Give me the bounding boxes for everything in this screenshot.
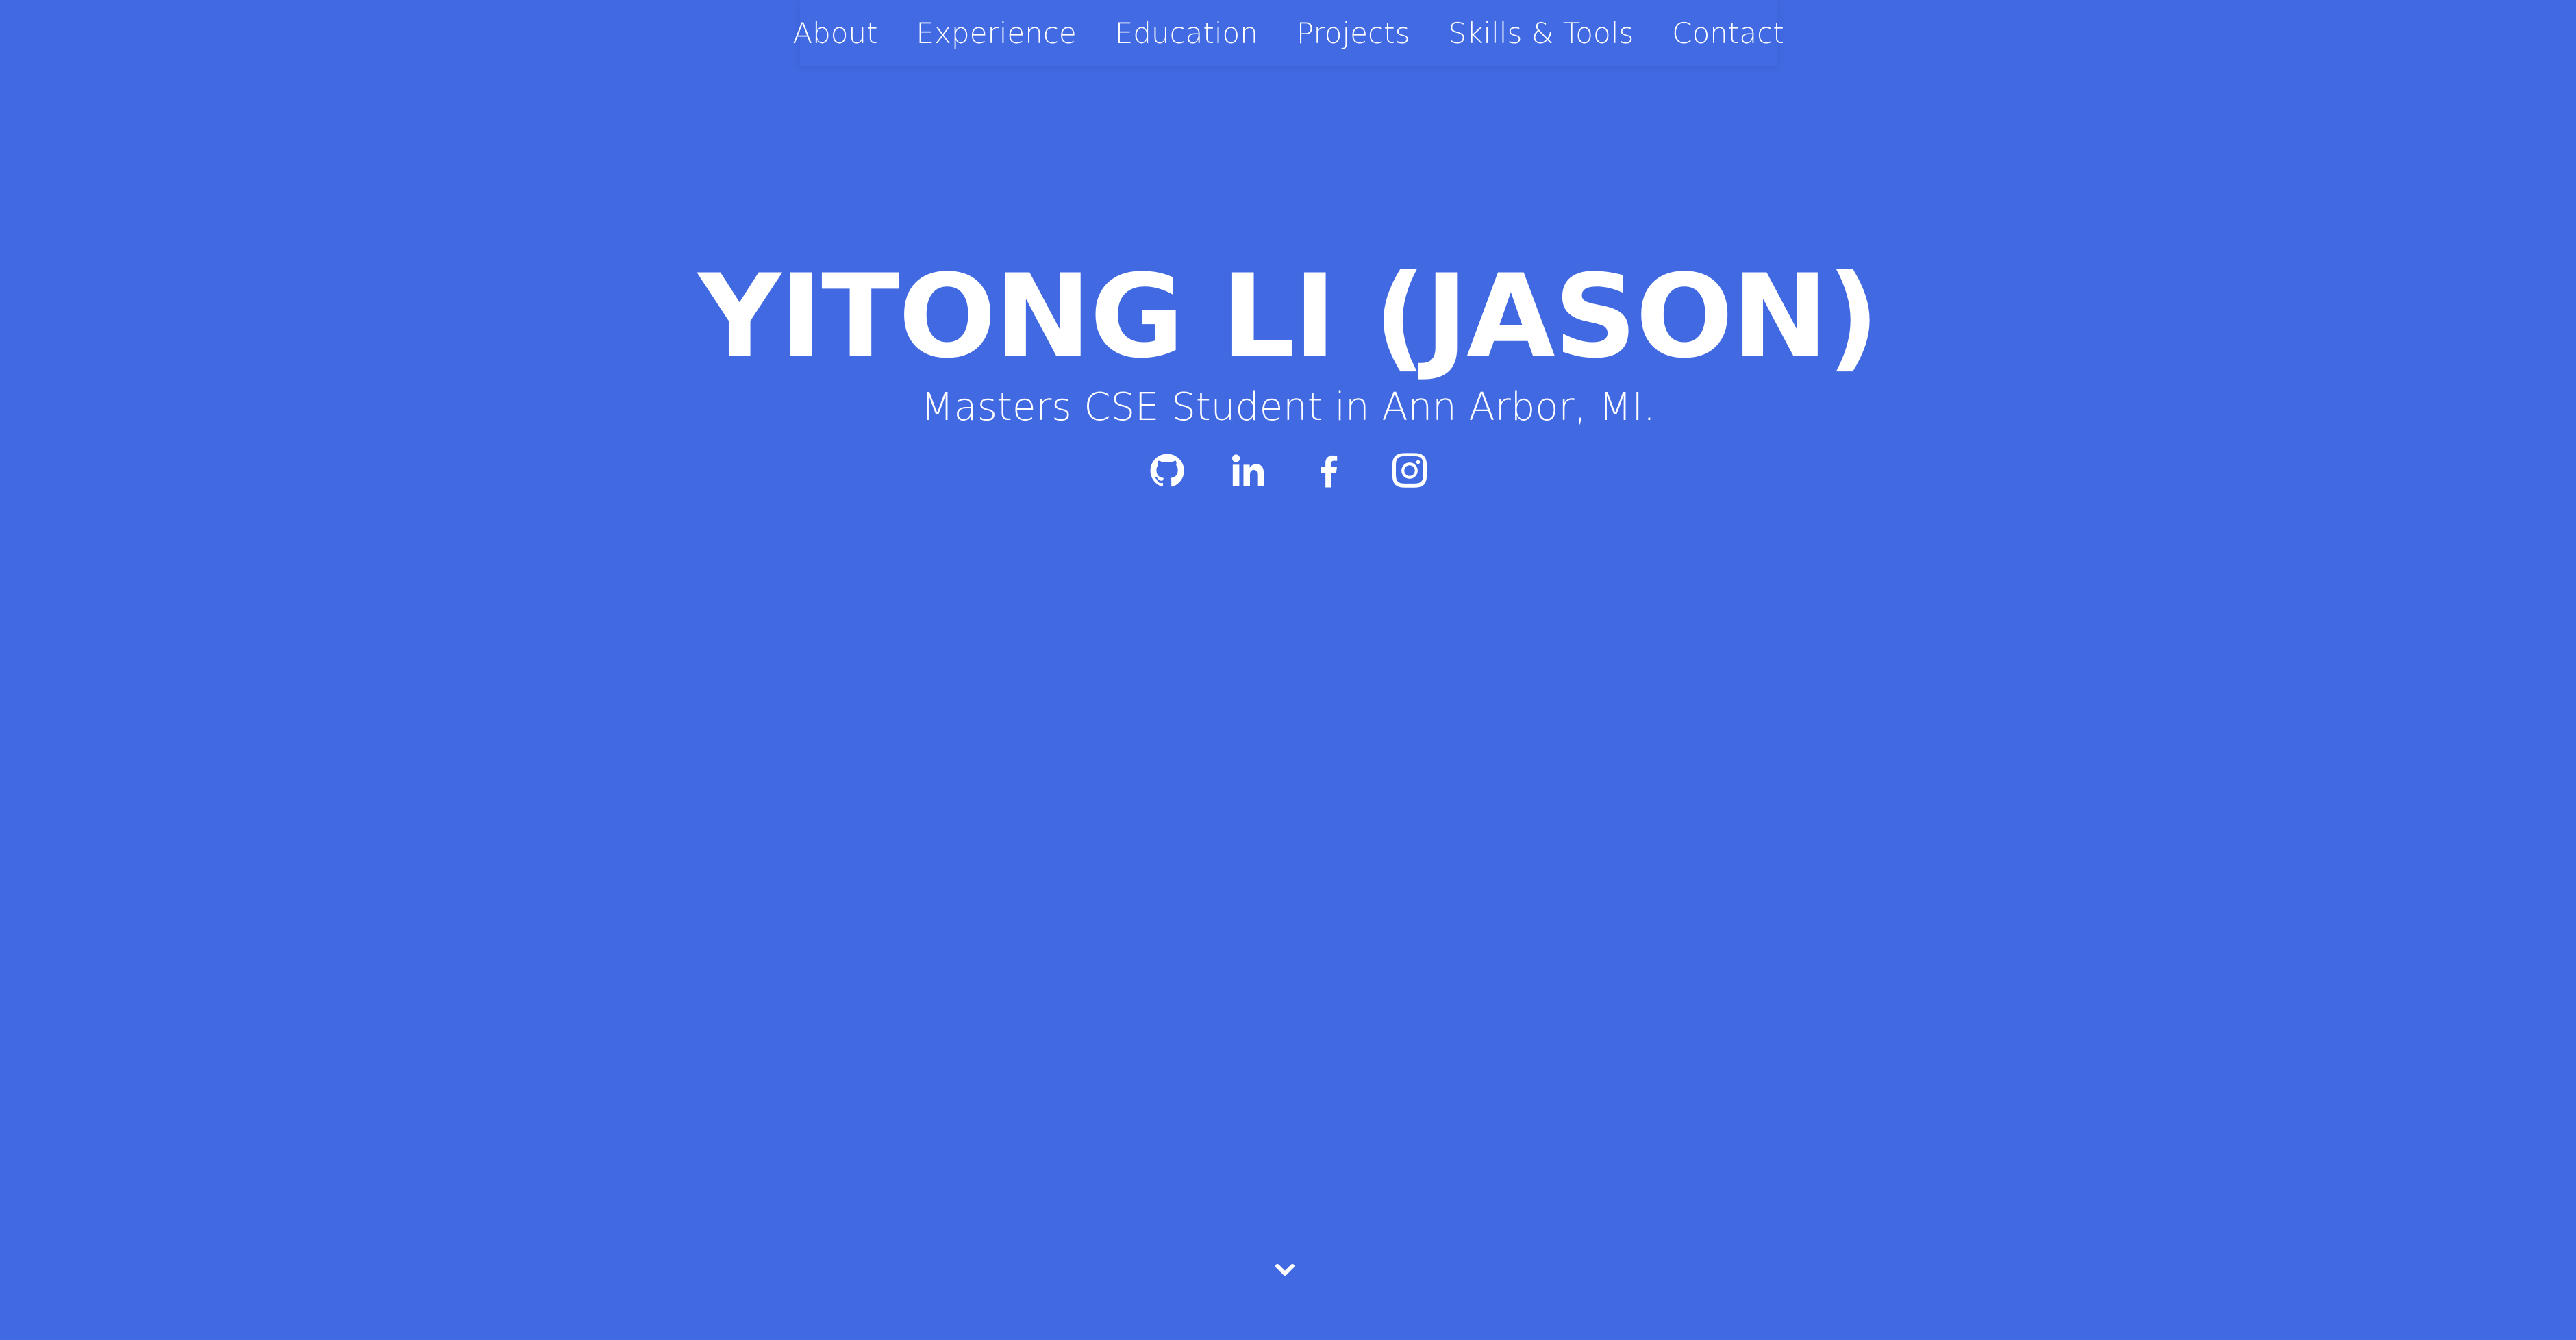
nav-education-link[interactable]: Education — [1115, 16, 1258, 50]
linkedin-icon — [1231, 454, 1264, 486]
linkedin-link[interactable] — [1229, 449, 1267, 493]
nav-experience-link[interactable]: Experience — [916, 16, 1077, 50]
nav-contact-link[interactable]: Contact — [1672, 16, 1784, 50]
facebook-link[interactable] — [1310, 449, 1348, 493]
nav-projects-link[interactable]: Projects — [1297, 16, 1410, 50]
scroll-down-button[interactable] — [1271, 1258, 1299, 1282]
instagram-link[interactable] — [1390, 449, 1429, 493]
nav-about-link[interactable]: About — [792, 16, 877, 50]
chevron-down-icon — [1275, 1264, 1295, 1276]
social-links — [0, 449, 2576, 493]
nav-skills-tools-link[interactable]: Skills & Tools — [1448, 16, 1634, 50]
hero-title: YITONG LI (JASON) — [697, 249, 1879, 384]
page: About Experience Education Projects Skil… — [0, 0, 2576, 1340]
github-icon — [1150, 454, 1184, 487]
instagram-icon — [1392, 453, 1427, 488]
hero-subtitle: Masters CSE Student in Ann Arbor, MI. — [921, 385, 1655, 430]
top-nav: About Experience Education Projects Skil… — [792, 0, 1784, 66]
github-link[interactable] — [1148, 449, 1186, 493]
facebook-icon — [1320, 455, 1337, 488]
